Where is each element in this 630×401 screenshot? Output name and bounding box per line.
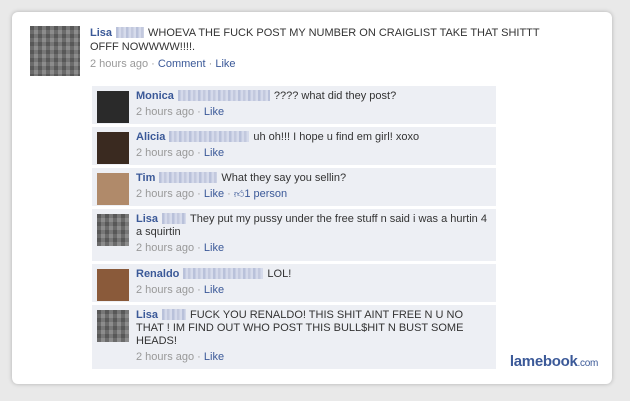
redacted-surname <box>177 90 270 101</box>
comment-timestamp: 2 hours ago <box>136 351 195 363</box>
commenter-name[interactable]: Lisa <box>136 213 158 225</box>
comment-timestamp: 2 hours ago <box>136 106 195 118</box>
commenter-name[interactable]: Monica <box>136 90 174 102</box>
post-message: WHOEVA THE FUCK POST MY NUMBER ON CRAIGL… <box>90 27 540 53</box>
post-timestamp: 2 hours ago <box>90 58 149 70</box>
comment-text: They put my pussy under the free stuff n… <box>136 213 487 238</box>
redacted-surname <box>183 268 264 279</box>
comment-timestamp: 2 hours ago <box>136 188 195 200</box>
commenter-avatar[interactable] <box>97 91 129 123</box>
comment-text: uh oh!!! I hope u find em girl! xoxo <box>253 131 420 143</box>
thumbs-up-icon: 👍︎ <box>233 189 245 200</box>
redacted-surname <box>116 27 145 38</box>
comment-link[interactable]: Comment <box>158 58 206 70</box>
comment-timestamp: 2 hours ago <box>136 242 195 254</box>
commenter-name[interactable]: Tim <box>136 172 155 184</box>
comment-like-link[interactable]: Like <box>204 147 224 159</box>
comment-item: Lisa They put my pussy under the free stu… <box>92 209 496 262</box>
redacted-surname <box>162 213 187 224</box>
commenter-name[interactable]: Alicia <box>136 131 165 143</box>
logo-brand: lamebook <box>509 353 578 370</box>
commenter-name[interactable]: Renaldo <box>136 268 179 280</box>
comment-item: Monica ???? what did they post? 2 hours a… <box>92 86 496 125</box>
poster-avatar[interactable] <box>30 26 80 76</box>
comment-text: What they say you sellin? <box>221 172 347 184</box>
comment-text: ???? what did they post? <box>273 90 397 102</box>
comment-like-link[interactable]: Like <box>204 351 224 363</box>
comment-item: Lisa FUCK YOU RENALDO! THIS SHIT AINT FRE… <box>92 305 496 370</box>
comment-item: Alicia uh oh!!! I hope u find em girl! xo… <box>92 127 496 166</box>
post-card: Lisa WHOEVA THE FUCK POST MY NUMBER ON CR… <box>12 12 612 384</box>
comment-like-link[interactable]: Like <box>204 284 224 296</box>
comments-list: Monica ???? what did they post? 2 hours a… <box>92 86 496 372</box>
comment-item: Tim What they say you sellin? 2 hours ago… <box>92 168 496 207</box>
post-body: Lisa WHOEVA THE FUCK POST MY NUMBER ON CR… <box>90 26 560 70</box>
redacted-surname <box>162 309 187 320</box>
comment-like-link[interactable]: Like <box>204 242 224 254</box>
comment-text: LOL! <box>267 268 292 280</box>
lamebook-logo: lamebook.com <box>510 353 598 370</box>
comment-timestamp: 2 hours ago <box>136 284 195 296</box>
comment-like-link[interactable]: Like <box>204 188 224 200</box>
poster-name[interactable]: Lisa <box>90 27 112 39</box>
post-text-block: Lisa WHOEVA THE FUCK POST MY NUMBER ON CR… <box>90 26 560 54</box>
redacted-surname <box>159 172 218 183</box>
comment-item: Renaldo LOL! 2 hours ago · Like <box>92 264 496 303</box>
commenter-avatar[interactable] <box>97 132 129 164</box>
logo-domain: .com <box>577 358 599 369</box>
commenter-avatar[interactable] <box>97 173 129 205</box>
commenter-avatar[interactable] <box>97 310 129 342</box>
redacted-surname <box>169 131 250 142</box>
comment-like-link[interactable]: Like <box>204 106 224 118</box>
post-meta: 2 hours ago · Comment · Like <box>90 58 560 70</box>
commenter-avatar[interactable] <box>97 214 129 246</box>
like-link[interactable]: Like <box>215 58 235 70</box>
likes-count-link[interactable]: 1 person <box>244 188 287 200</box>
meta-separator: · <box>205 58 216 70</box>
comment-timestamp: 2 hours ago <box>136 147 195 159</box>
commenter-name[interactable]: Lisa <box>136 309 158 321</box>
meta-separator: · <box>148 58 158 70</box>
commenter-avatar[interactable] <box>97 269 129 301</box>
